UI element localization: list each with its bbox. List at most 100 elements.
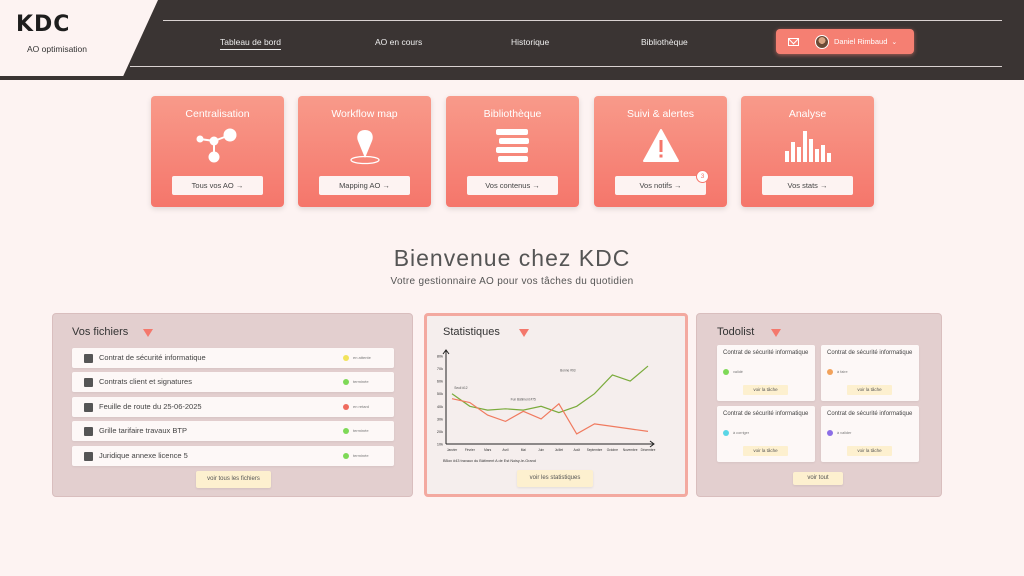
y-tick-label: 30k — [437, 417, 443, 421]
card-workflow-map: Workflow map Mapping AO → — [298, 96, 431, 207]
status-dot — [827, 369, 833, 375]
avatar — [815, 34, 829, 49]
card-suivi-alertes: Suivi & alertes Vos notifs → — [594, 96, 727, 207]
header-bar: KDC AO optimisation Tableau de bord AO e… — [0, 0, 1024, 80]
y-tick-label: 70k — [437, 367, 443, 371]
y-tick-label: 40k — [437, 405, 443, 409]
welcome-subtitle: Votre gestionnaire AO pour vos tâches du… — [390, 276, 634, 287]
status-label: validé — [733, 370, 743, 374]
chevron-down-icon[interactable] — [771, 329, 781, 337]
x-tick-label: Janvier — [447, 448, 458, 452]
card-title: Workflow map — [331, 108, 398, 120]
nav-bibliotheque[interactable]: Bibliothèque — [641, 37, 688, 47]
file-row[interactable]: Feuille de route du 25-06-2025 en retard — [72, 397, 394, 417]
status-dot — [343, 428, 349, 434]
voir-la-tache-button[interactable]: voir la tâche — [743, 446, 788, 456]
card-title: Bibliothèque — [483, 108, 542, 120]
todo-card-title: Contrat de sécurité informatique — [827, 350, 913, 356]
y-tick-label: 50k — [437, 392, 443, 396]
chart-caption: BBox #43 travaux du Bâtiment A de Est No… — [443, 459, 536, 463]
chart-annotation: Bonne #93 — [560, 369, 576, 373]
status-label: à faire — [837, 370, 848, 374]
brand-subtitle: AO optimisation — [27, 44, 87, 54]
nav-tableau-de-bord[interactable]: Tableau de bord — [220, 37, 281, 50]
file-icon — [84, 378, 93, 387]
vos-contenus-button[interactable]: Vos contenus → — [467, 176, 558, 195]
card-title: Analyse — [788, 108, 827, 120]
x-tick-label: Avril — [502, 448, 508, 452]
card-title: Suivi & alertes — [626, 108, 695, 120]
network-icon — [196, 128, 237, 163]
status-label: à valider — [837, 431, 852, 435]
card-centralisation: Centralisation Tous vos AO → — [151, 96, 284, 207]
todo-card[interactable]: Contrat de sécurité informatique à faire… — [821, 345, 919, 401]
line-chart: 10k 20k 30k 40k 50k 60k 70k 80k Janvier Février Ma… — [437, 349, 656, 452]
status-dot — [723, 369, 729, 375]
file-name: Contrat de sécurité informatique — [99, 353, 206, 362]
file-row[interactable]: Contrats client et signatures terminée — [72, 372, 394, 392]
voir-la-tache-button[interactable]: voir la tâche — [847, 385, 892, 395]
voir-tous-les-fichiers-button[interactable]: voir tous les fichiers — [196, 471, 271, 488]
tous-vos-ao-button[interactable]: Tous vos AO → — [172, 176, 263, 195]
x-tick-label: Juin — [538, 448, 544, 452]
stack-icon — [496, 129, 529, 162]
status-label: terminée — [353, 428, 369, 433]
card-bibliotheque: Bibliothèque Vos contenus → — [446, 96, 579, 207]
y-tick-label: 10k — [437, 443, 443, 447]
series-line-1 — [451, 365, 649, 414]
nav-ao-en-cours[interactable]: AO en cours — [375, 37, 422, 47]
todo-card[interactable]: Contrat de sécurité informatique à corri… — [717, 406, 815, 462]
status-label: terminée — [353, 379, 369, 384]
status-label: en attente — [353, 355, 371, 360]
vos-stats-button[interactable]: Vos stats → — [762, 176, 853, 195]
x-tick-label: Décembre — [641, 448, 656, 452]
logo[interactable]: KDC AO optimisation — [0, 0, 158, 76]
file-row[interactable]: Juridique annexe licence 5 terminée — [72, 446, 394, 466]
status-dot — [723, 430, 729, 436]
user-menu-button[interactable]: Daniel Rimbaud ⌄ — [776, 29, 914, 54]
user-name: Daniel Rimbaud — [834, 37, 888, 46]
chart-annotation: Seuil #12 — [454, 386, 468, 390]
header-divider-top — [163, 20, 1002, 21]
todo-panel: Todolist Contrat de sécurité informatiqu… — [696, 313, 942, 497]
card-analyse: Analyse Vos stats → — [741, 96, 874, 207]
y-tick-label: 80k — [437, 355, 443, 359]
todo-card[interactable]: Contrat de sécurité informatique à valid… — [821, 406, 919, 462]
mapping-ao-button[interactable]: Mapping AO → — [319, 176, 410, 195]
bar-chart-icon — [785, 131, 831, 162]
voir-tout-button[interactable]: voir tout — [793, 472, 843, 485]
card-title: Centralisation — [185, 108, 250, 120]
warning-icon — [643, 129, 679, 162]
mail-icon[interactable] — [788, 37, 799, 46]
file-icon — [84, 427, 93, 436]
nav-historique[interactable]: Historique — [511, 37, 549, 47]
todo-card[interactable]: Contrat de sécurité informatique validé … — [717, 345, 815, 401]
status-dot — [343, 404, 349, 410]
file-name: Juridique annexe licence 5 — [99, 451, 188, 460]
todo-card-title: Contrat de sécurité informatique — [723, 350, 809, 356]
vos-notifs-button[interactable]: Vos notifs → — [615, 176, 706, 195]
voir-la-tache-button[interactable]: voir la tâche — [743, 385, 788, 395]
chevron-down-icon[interactable] — [519, 329, 529, 337]
file-row[interactable]: Grille tarifaire travaux BTP terminée — [72, 421, 394, 441]
status-dot — [827, 430, 833, 436]
file-name: Contrats client et signatures — [99, 377, 192, 386]
x-tick-label: Juillet — [555, 448, 563, 452]
x-tick-label: Mai — [521, 448, 526, 452]
series-line-2 — [451, 398, 649, 435]
voir-les-statistiques-button[interactable]: voir les statistiques — [517, 470, 593, 487]
status-label: à corriger — [733, 431, 750, 435]
x-tick-label: Septembre — [587, 448, 603, 452]
x-tick-label: Novembre — [623, 448, 638, 452]
welcome-title: Bienvenue chez KDC — [393, 245, 631, 271]
chevron-down-icon[interactable] — [143, 329, 153, 337]
file-icon — [84, 354, 93, 363]
stats-title: Statistiques — [443, 326, 500, 338]
file-row[interactable]: Contrat de sécurité informatique en atte… — [72, 348, 394, 368]
x-tick-label: Août — [573, 448, 580, 452]
voir-la-tache-button[interactable]: voir la tâche — [847, 446, 892, 456]
file-name: Grille tarifaire travaux BTP — [99, 426, 187, 435]
todo-title: Todolist — [717, 326, 755, 338]
map-pin-icon — [350, 130, 380, 165]
y-tick-label: 20k — [437, 430, 443, 434]
